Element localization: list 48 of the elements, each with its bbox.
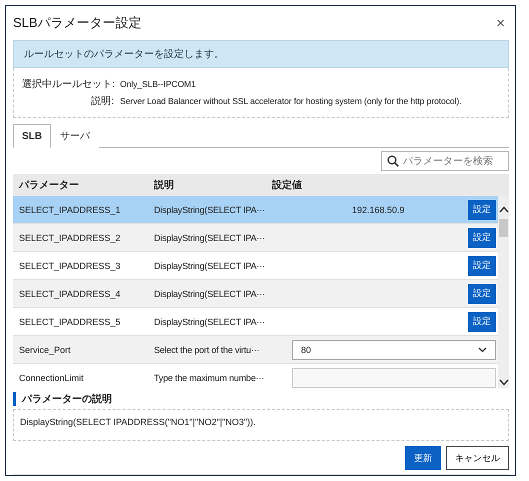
- field-label: 選択中ルールセット:: [22, 78, 114, 91]
- parameter-description: Select the port of the virtu···: [154, 344, 260, 354]
- set-button[interactable]: 設定: [468, 256, 496, 276]
- table-row[interactable]: SELECT_IPADDRESS_4 DisplayString(SELECT IPA··· 設定: [13, 280, 498, 308]
- description-text: DisplayString(SELECT IPADDRESS("NO1"|"NO2"|"NO3")).: [13, 409, 509, 441]
- set-button[interactable]: 設定: [468, 228, 496, 248]
- parameter-description: DisplayString(SELECT IPA···: [154, 260, 266, 270]
- search-field[interactable]: パラメーターを検索: [381, 151, 509, 171]
- parameter-name: SELECT_IPADDRESS_2: [18, 232, 122, 242]
- update-button[interactable]: 更新: [405, 446, 441, 470]
- scrollbar[interactable]: [498, 196, 509, 388]
- dialog-title: SLBパラメーター設定: [13, 14, 142, 32]
- scrollbar-thumb[interactable]: [499, 219, 508, 237]
- set-button[interactable]: 設定: [468, 312, 496, 332]
- close-button[interactable]: ×: [492, 14, 509, 32]
- table-row[interactable]: Service_Port Select the port of the virtu··· 80: [13, 336, 498, 364]
- value-input[interactable]: [292, 368, 496, 388]
- parameter-name: Service_Port: [18, 344, 72, 354]
- value-dropdown[interactable]: 80: [292, 340, 496, 360]
- parameter-description: Type the maximum numbe···: [154, 372, 266, 382]
- parameter-name: SELECT_IPADDRESS_1: [18, 204, 122, 214]
- field-value: Server Load Balancer without SSL accelerator for hosting system (only for the http protocol).: [120, 96, 462, 106]
- parameter-name: ConnectionLimit: [18, 372, 85, 382]
- field-label: 説明:: [90, 94, 114, 108]
- parameter-name: SELECT_IPADDRESS_5: [18, 316, 122, 326]
- chevron-down-icon: [478, 346, 487, 352]
- scroll-down-icon[interactable]: [498, 379, 508, 386]
- info-banner: ルールセットのパラメーターを設定します。: [13, 40, 509, 68]
- set-button[interactable]: 設定: [468, 200, 496, 220]
- tab[interactable]: SLB: [13, 124, 51, 148]
- set-button[interactable]: 設定: [468, 284, 496, 304]
- parameter-description: DisplayString(SELECT IPA···: [154, 204, 266, 214]
- section-heading: パラメーターの説明: [13, 392, 509, 406]
- scroll-up-icon[interactable]: [498, 206, 508, 213]
- parameter-value: 192.168.50.9: [351, 204, 406, 214]
- parameter-description: DisplayString(SELECT IPA···: [154, 316, 266, 326]
- field-value: Only_SLB--IPCOM1: [120, 79, 196, 89]
- column-header: 設定値: [272, 178, 302, 192]
- search-icon: [387, 155, 399, 167]
- parameter-description: DisplayString(SELECT IPA···: [154, 288, 266, 298]
- column-header: 説明: [154, 178, 175, 192]
- cancel-button[interactable]: キャンセル: [446, 446, 509, 470]
- parameter-description: DisplayString(SELECT IPA···: [154, 232, 266, 242]
- parameter-name: SELECT_IPADDRESS_3: [18, 260, 122, 270]
- column-header: パラメーター: [18, 179, 80, 192]
- table-row[interactable]: SELECT_IPADDRESS_2 DisplayString(SELECT IPA··· 設定: [13, 224, 498, 252]
- parameter-name: SELECT_IPADDRESS_4: [18, 288, 122, 298]
- table-row[interactable]: SELECT_IPADDRESS_1 DisplayString(SELECT IPA··· 192.168.50.9 設定: [13, 196, 498, 224]
